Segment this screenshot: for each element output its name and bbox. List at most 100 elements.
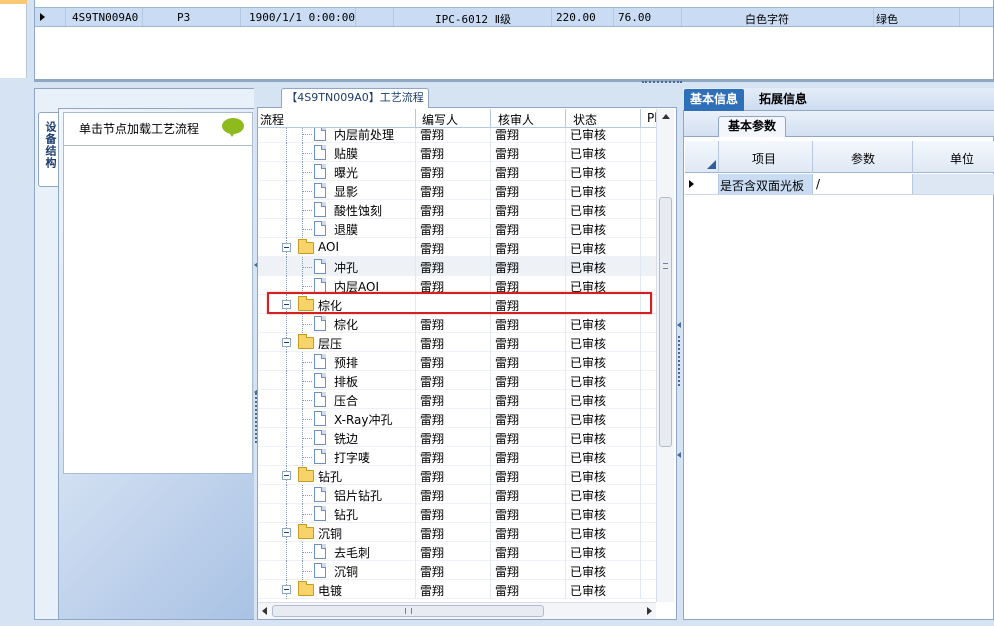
process-hscrollbar[interactable]: [258, 602, 656, 619]
col-divider: [640, 428, 641, 447]
device-tree-area[interactable]: [63, 146, 253, 474]
order-grid[interactable]: 4S9TN009A0 P3 1900/1/1 0:00:00 IPC-6012 …: [34, 0, 994, 80]
tree-line: [286, 143, 287, 162]
tab-basic-params[interactable]: 基本参数: [718, 116, 786, 137]
tree-line: [286, 428, 287, 447]
tree-line: [286, 257, 287, 276]
vscroll-thumb[interactable]: [659, 197, 672, 447]
top-left-strip: [0, 0, 27, 78]
document-icon: [314, 563, 326, 578]
grid-corner-icon: [707, 160, 716, 169]
col-divider: [718, 174, 719, 194]
tree-item-row[interactable]: 排板 雷翔 雷翔 已审核: [258, 371, 656, 390]
tree-item-row[interactable]: 退膜 雷翔 雷翔 已审核: [258, 219, 656, 238]
reviewer-cell: 雷翔: [495, 242, 520, 256]
collapse-icon[interactable]: [282, 528, 291, 537]
tree-item-row[interactable]: 内层前处理 雷翔 雷翔 已审核: [258, 128, 656, 143]
tree-line: [302, 552, 312, 553]
reviewer-cell: 雷翔: [495, 413, 520, 427]
col-header-param[interactable]: 参数: [851, 150, 875, 167]
tree-line: [302, 153, 312, 154]
collapse-icon[interactable]: [282, 585, 291, 594]
tree-item-row[interactable]: 铝片钻孔 雷翔 雷翔 已审核: [258, 485, 656, 504]
tree-item-row[interactable]: 酸性蚀刻 雷翔 雷翔 已审核: [258, 200, 656, 219]
tree-item-row[interactable]: 沉铜 雷翔 雷翔 已审核: [258, 561, 656, 580]
tree-line: [302, 419, 312, 420]
tree-item-row[interactable]: 打字唛 雷翔 雷翔 已审核: [258, 447, 656, 466]
col-divider: [490, 466, 491, 485]
tree-item-row[interactable]: 预排 雷翔 雷翔 已审核: [258, 352, 656, 371]
order-char-color: 白色字符: [745, 13, 789, 26]
tree-folder-row[interactable]: 钻孔 雷翔 雷翔 已审核: [258, 466, 656, 485]
col-divider: [415, 580, 416, 599]
tree-item-row[interactable]: X-Ray冲孔 雷翔 雷翔 已审核: [258, 409, 656, 428]
col-header-writer[interactable]: 编写人: [422, 111, 458, 128]
col-divider: [640, 504, 641, 523]
scroll-up-icon[interactable]: [662, 114, 670, 119]
col-divider: [490, 409, 491, 428]
tab-basic-info[interactable]: 基本信息: [684, 89, 745, 111]
splitter-grip: [678, 336, 680, 386]
params-row[interactable]: 是否含双面光板 /: [685, 174, 994, 195]
tree-node-label: 打字唛: [334, 451, 371, 465]
tree-node-label: 钻孔: [334, 508, 359, 522]
hscroll-thumb[interactable]: [272, 605, 544, 617]
collapse-right-icon[interactable]: [677, 322, 681, 328]
tree-node-label: 铝片钻孔: [334, 489, 383, 503]
order-row-selected[interactable]: 4S9TN009A0 P3 1900/1/1 0:00:00 IPC-6012 …: [35, 7, 993, 27]
document-icon: [314, 392, 326, 407]
row-indicator-icon: [689, 180, 694, 188]
col-divider: [640, 181, 641, 200]
col-divider: [640, 143, 641, 162]
process-vscrollbar[interactable]: [656, 109, 674, 602]
tree-item-row[interactable]: 棕化 雷翔 雷翔 已审核: [258, 314, 656, 333]
col-divider: [959, 8, 960, 26]
tree-item-row[interactable]: 压合 雷翔 雷翔 已审核: [258, 390, 656, 409]
param-value[interactable]: /: [816, 177, 820, 191]
tree-folder-row[interactable]: 电镀 雷翔 雷翔 已审核: [258, 580, 656, 599]
process-tree[interactable]: 内层前处理 雷翔 雷翔 已审核 贴膜 雷翔 雷翔 已审核 曝光 雷翔 雷翔 已审核 显影 雷翔 雷翔 已审核酸…: [258, 128, 656, 602]
collapse-icon[interactable]: [282, 471, 291, 480]
tree-folder-row[interactable]: AOI 雷翔 雷翔 已审核: [258, 238, 656, 257]
tree-item-row[interactable]: 显影 雷翔 雷翔 已审核: [258, 181, 656, 200]
tab-device-structure[interactable]: 设备结构: [38, 112, 58, 187]
horizontal-splitter-handle[interactable]: [642, 81, 682, 85]
col-header-item[interactable]: 项目: [752, 150, 776, 167]
col-divider: [640, 409, 641, 428]
collapse-icon[interactable]: [282, 243, 291, 252]
tree-folder-row[interactable]: 沉铜 雷翔 雷翔 已审核: [258, 523, 656, 542]
tree-item-row[interactable]: 去毛刺 雷翔 雷翔 已审核: [258, 542, 656, 561]
col-divider: [565, 109, 566, 128]
writer-cell: 雷翔: [420, 337, 445, 351]
right-splitter[interactable]: [677, 88, 681, 620]
col-divider: [640, 390, 641, 409]
collapse-icon[interactable]: [282, 338, 291, 347]
tree-folder-row[interactable]: 层压 雷翔 雷翔 已审核: [258, 333, 656, 352]
scroll-left-icon[interactable]: [262, 607, 267, 615]
tree-item-row[interactable]: 冲孔 雷翔 雷翔 已审核: [258, 257, 656, 276]
tab-extended-info[interactable]: 拓展信息: [753, 89, 813, 111]
scroll-right-icon[interactable]: [647, 607, 652, 615]
tree-item-row[interactable]: 贴膜 雷翔 雷翔 已审核: [258, 143, 656, 162]
tree-line: [302, 191, 312, 192]
tree-line: [302, 438, 312, 439]
status-cell: 已审核: [570, 185, 607, 199]
col-header-unit[interactable]: 单位: [950, 150, 974, 167]
col-divider: [640, 485, 641, 504]
col-divider: [640, 561, 641, 580]
col-header-status[interactable]: 状态: [573, 111, 597, 128]
reviewer-cell: 雷翔: [495, 432, 520, 446]
tree-item-row[interactable]: 铣边 雷翔 雷翔 已审核: [258, 428, 656, 447]
col-header-process[interactable]: 流程: [260, 111, 284, 128]
status-cell: 已审核: [570, 565, 607, 579]
tree-item-row[interactable]: 钻孔 雷翔 雷翔 已审核: [258, 504, 656, 523]
writer-cell: 雷翔: [420, 128, 445, 142]
col-divider: [565, 409, 566, 428]
col-divider: [490, 352, 491, 371]
status-cell: 已审核: [570, 584, 607, 598]
writer-cell: 雷翔: [420, 546, 445, 560]
collapse-right-icon[interactable]: [677, 452, 681, 458]
col-header-reviewer[interactable]: 核审人: [498, 111, 534, 128]
tree-item-row[interactable]: 曝光 雷翔 雷翔 已审核: [258, 162, 656, 181]
tree-node-label: 棕化: [334, 318, 359, 332]
